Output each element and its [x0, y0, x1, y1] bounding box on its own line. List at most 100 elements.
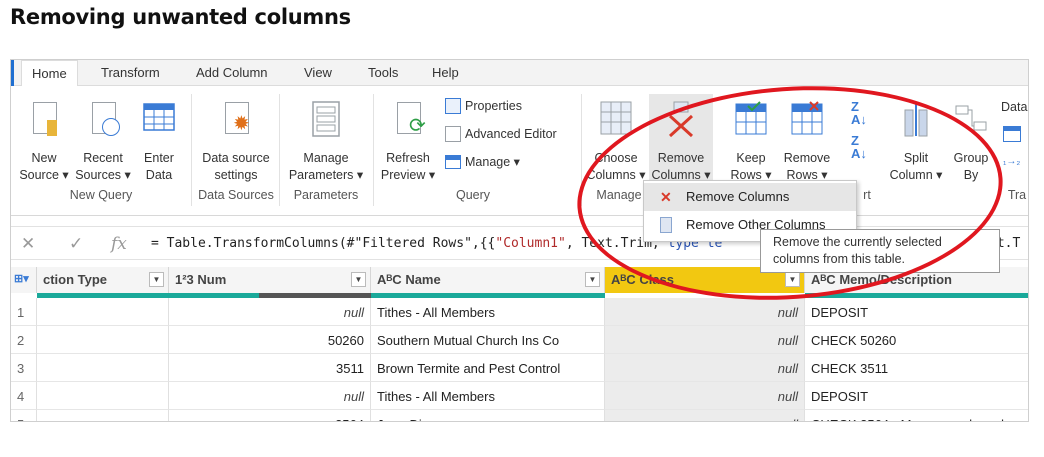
column-header-label: AᴮC Memo/Description — [811, 272, 952, 287]
fx-icon[interactable]: fx — [111, 234, 127, 254]
manage-query-button[interactable]: Manage ▾ — [445, 154, 520, 169]
remove-rows-icon — [790, 100, 824, 144]
properties-icon — [445, 98, 461, 114]
cell-memo[interactable]: CHECK 3564 - Mow grounds and c — [805, 410, 1028, 421]
manage-parameters-button[interactable]: Manage Parameters ▾ — [285, 100, 367, 184]
filter-dropdown-icon[interactable]: ▼ — [785, 272, 800, 287]
column-header-label: AᴮC Name — [377, 272, 441, 287]
tab-add-column[interactable]: Add Column — [196, 65, 268, 80]
remove-columns-label-1: Remove — [657, 151, 705, 165]
row-number[interactable]: 5 — [11, 410, 37, 421]
cell-class[interactable]: null — [605, 326, 805, 354]
new-source-icon — [27, 100, 61, 144]
remove-columns-button[interactable]: Remove Columns ▾ — [649, 94, 713, 184]
tab-tools[interactable]: Tools — [368, 65, 398, 80]
choose-columns-button[interactable]: Choose Columns ▾ — [585, 100, 647, 184]
cell-class[interactable]: null — [605, 382, 805, 410]
group-divider — [581, 94, 582, 206]
cell-transaction-type[interactable] — [37, 410, 169, 421]
cell-transaction-type[interactable] — [37, 354, 169, 382]
column-header-transaction-type[interactable]: ction Type ▼ — [37, 267, 169, 293]
data-type-table-icon[interactable] — [1003, 126, 1021, 142]
group-by-label-1: Group — [953, 151, 989, 165]
column-header-num[interactable]: 1²3 Num ▼ — [169, 267, 371, 293]
advanced-editor-label: Advanced Editor — [465, 127, 557, 141]
choose-columns-label-1: Choose — [594, 151, 638, 165]
filter-dropdown-icon[interactable]: ▼ — [149, 272, 164, 287]
cell-name[interactable]: Southern Mutual Church Ins Co — [371, 326, 605, 354]
group-by-icon — [954, 100, 988, 144]
sort-ascending-icon[interactable]: Z A↓ — [851, 100, 867, 126]
data-type-button[interactable]: Data — [1001, 100, 1027, 114]
cell-name[interactable]: Brown Termite and Pest Control — [371, 354, 605, 382]
group-by-label-2: By — [963, 168, 979, 182]
cell-num[interactable]: null — [169, 298, 371, 326]
tab-home[interactable]: Home — [21, 60, 78, 87]
choose-columns-icon — [599, 100, 633, 144]
cell-memo[interactable]: DEPOSIT — [805, 298, 1028, 326]
row-number[interactable]: 3 — [11, 354, 37, 382]
recent-sources-label-2: Sources ▾ — [75, 168, 131, 182]
cell-name[interactable]: Tithes - All Members — [371, 382, 605, 410]
manage-table-icon — [445, 154, 461, 169]
cell-transaction-type[interactable] — [37, 382, 169, 410]
column-header-name[interactable]: AᴮC Name ▼ — [371, 267, 605, 293]
row-number[interactable]: 1 — [11, 298, 37, 326]
tooltip: Remove the currently selected columns fr… — [760, 229, 1000, 273]
tab-view[interactable]: View — [304, 65, 332, 80]
commit-formula-icon[interactable]: ✓ — [69, 234, 83, 254]
row-number[interactable]: 4 — [11, 382, 37, 410]
recent-sources-icon — [86, 100, 120, 144]
refresh-preview-label-1: Refresh — [386, 151, 430, 165]
refresh-icon: ⟳ — [391, 100, 426, 144]
row-number[interactable]: 2 — [11, 326, 37, 354]
choose-columns-label-2: Columns ▾ — [586, 168, 646, 182]
data-source-settings-button[interactable]: ✹ Data source settings — [197, 100, 275, 184]
table-menu-icon[interactable]: ⊞▾ — [14, 272, 29, 285]
enter-data-button[interactable]: Enter Data — [137, 100, 181, 184]
cell-name[interactable]: Jerry Dixon — [371, 410, 605, 421]
cancel-formula-icon[interactable]: ✕ — [21, 234, 35, 254]
cell-memo[interactable]: DEPOSIT — [805, 382, 1028, 410]
new-source-button[interactable]: New Source ▾ — [19, 100, 69, 184]
sort-descending-icon[interactable]: Z A↓ — [851, 134, 867, 160]
keep-rows-button[interactable]: Keep Rows ▾ — [727, 100, 775, 184]
menu-item-remove-columns[interactable]: ✕ Remove Columns — [644, 183, 856, 211]
page-heading: Removing unwanted columns — [10, 5, 351, 29]
recent-sources-button[interactable]: Recent Sources ▾ — [75, 100, 131, 184]
cell-class[interactable]: null — [605, 410, 805, 421]
ribbon: New Source ▾ Recent Sources ▾ Enter Data… — [11, 86, 1028, 216]
split-column-button[interactable]: Split Column ▾ — [885, 100, 947, 184]
cell-class[interactable]: null — [605, 298, 805, 326]
enter-data-label-2: Data — [145, 168, 173, 182]
tab-transform[interactable]: Transform — [101, 65, 160, 80]
refresh-preview-button[interactable]: ⟳ Refresh Preview ▾ — [377, 100, 439, 184]
keep-rows-label-1: Keep — [736, 151, 766, 165]
properties-button[interactable]: Properties — [445, 98, 522, 114]
menu-item-label: Remove Columns — [686, 189, 790, 204]
remove-rows-button[interactable]: Remove Rows ▾ — [779, 100, 835, 184]
cell-num[interactable]: 3564 — [169, 410, 371, 421]
cell-transaction-type[interactable] — [37, 326, 169, 354]
advanced-editor-button[interactable]: Advanced Editor — [445, 126, 557, 142]
group-divider — [279, 94, 280, 206]
tab-help[interactable]: Help — [432, 65, 459, 80]
cell-memo[interactable]: CHECK 50260 — [805, 326, 1028, 354]
cell-class[interactable]: null — [605, 354, 805, 382]
filter-dropdown-icon[interactable]: ▼ — [585, 272, 600, 287]
data-type-label: Data — [1001, 100, 1028, 114]
cell-name[interactable]: Tithes - All Members — [371, 298, 605, 326]
table-menu-header[interactable]: ⊞▾ — [11, 267, 37, 293]
replace-values-icon[interactable]: ₁→₂ — [1003, 156, 1020, 167]
formula-string: "Column1" — [495, 236, 566, 251]
cell-num[interactable]: null — [169, 382, 371, 410]
group-by-button[interactable]: Group By — [949, 100, 993, 184]
cell-transaction-type[interactable] — [37, 298, 169, 326]
recent-sources-label-1: Recent — [83, 151, 123, 165]
filter-dropdown-icon[interactable]: ▼ — [351, 272, 366, 287]
cell-num[interactable]: 50260 — [169, 326, 371, 354]
split-column-icon — [899, 100, 933, 144]
cell-memo[interactable]: CHECK 3511 — [805, 354, 1028, 382]
formula-input[interactable]: = Table.TransformColumns(#"Filtered Rows… — [151, 236, 722, 251]
cell-num[interactable]: 3511 — [169, 354, 371, 382]
